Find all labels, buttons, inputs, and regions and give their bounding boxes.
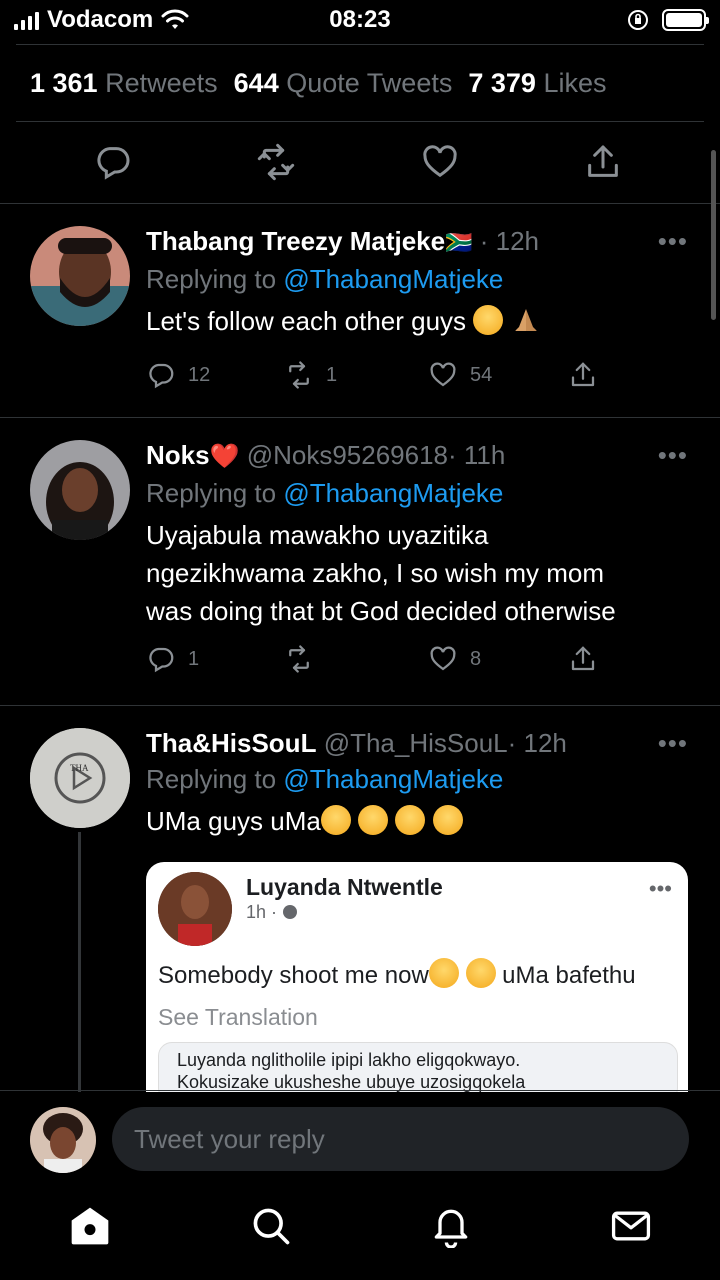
reply-input[interactable] [112,1107,689,1171]
retweets-stat[interactable]: 1 361 Retweets [30,68,218,99]
reply-icon[interactable] [93,142,133,182]
retweet-action[interactable]: 1 [284,360,337,390]
reply-composer [0,1090,720,1190]
screaming-emoji [465,958,496,988]
share-icon[interactable] [583,142,623,182]
tweet-actions: 1 8 [146,644,616,680]
notifications-icon[interactable] [429,1204,473,1248]
laughing-emoji [395,805,426,835]
heart-emoji: ❤️ [209,443,240,470]
post-text: Somebody shoot me now uMa bafethu [158,958,636,990]
author-name[interactable]: Noks [146,440,210,470]
like-action[interactable]: 54 [428,360,492,390]
laughing-emoji [358,805,389,835]
tweet-time: · 12h [479,226,540,256]
avatar[interactable] [30,226,130,326]
tweet-text: Uyajabula mawakho uyazitika ngezikhwama … [146,520,616,626]
retweet-icon[interactable] [256,142,296,182]
more-icon: ••• [648,876,672,901]
avatar[interactable] [30,440,130,540]
avatar[interactable]: THA [30,728,130,828]
like-icon [430,646,456,671]
replying-to: Replying to @ThabangMatjeke [146,478,504,508]
user-avatar[interactable] [30,1107,96,1173]
tweet-header: Tha&HisSouL @Tha_HisSouL· 12h [146,726,690,760]
tweet-stats: 1 361 Retweets 644 Quote Tweets 7 379 Li… [16,44,704,122]
flag-emoji: 🇿🇦 [445,230,473,255]
reply-icon [149,363,174,389]
author-handle[interactable]: @Noks95269618 [247,440,448,470]
likes-stat[interactable]: 7 379 Likes [468,68,606,99]
mention-link[interactable]: @ThabangMatjeke [283,478,503,508]
avatar-logo-text: THA [70,763,89,773]
replying-to: Replying to @ThabangMatjeke [146,264,504,294]
replying-to: Replying to @ThabangMatjeke [146,764,504,794]
share-icon [571,362,595,387]
status-bar: Vodacom 08:23 [0,0,720,44]
author-name[interactable]: Thabang Treezy Matjeke [146,226,445,256]
tweet-text: UMa guys uMa [146,802,690,840]
laughing-emoji [432,805,463,835]
battery-icon [662,9,709,31]
orientation-lock-icon [628,10,648,30]
share-icon [571,646,595,671]
mention-link[interactable]: @ThabangMatjeke [283,264,503,294]
messages-icon[interactable] [609,1204,653,1248]
like-icon[interactable] [420,142,460,182]
retweet-icon [289,645,309,673]
like-action[interactable]: 8 [428,644,481,674]
clock: 08:23 [329,6,391,33]
globe-icon [283,905,298,919]
bottom-tab-bar [0,1190,720,1280]
praying-hands-emoji [514,309,537,331]
reply-action[interactable]: 12 [146,360,210,390]
home-icon[interactable] [68,1204,112,1248]
tweet-header: Thabang Treezy Matjeke🇿🇦 · 12h [146,224,690,260]
tweet-time: · 11h [448,440,506,470]
crying-emoji [320,805,351,835]
attached-image[interactable]: Luyanda Ntwentle 1h · ••• Somebody shoot… [146,862,688,1092]
post-comment: Luyanda nglitholile ipipi lakho eligqokw… [158,1042,678,1092]
retweet-action[interactable] [284,644,326,674]
reply-tweet[interactable]: ••• Noks❤️ @Noks95269618· 11h Replying t… [0,418,720,706]
quote-tweets-stat[interactable]: 644 Quote Tweets [234,68,453,99]
thread-line [78,832,81,1092]
post-time: 1h · [246,902,298,923]
see-translation: See Translation [158,1004,318,1030]
tweet-actions: 12 1 54 [146,360,616,396]
search-icon[interactable] [249,1204,293,1248]
reply-icon [149,647,174,673]
author-name[interactable]: Tha&HisSouL [146,728,316,758]
avatar [158,872,232,946]
post-author: Luyanda Ntwentle [246,874,443,900]
tweet-text: Let's follow each other guys [146,302,690,340]
reply-action[interactable]: 1 [146,644,199,674]
share-action[interactable] [568,360,598,390]
mention-link[interactable]: @ThabangMatjeke [283,764,503,794]
author-handle[interactable]: @Tha_HisSouL [324,728,508,758]
crying-emoji [473,305,504,335]
main-tweet-actions [0,122,720,204]
tweet-time: · 12h [507,728,567,758]
share-action[interactable] [568,644,598,674]
tweet-header: Noks❤️ @Noks95269618· 11h [146,438,690,474]
screaming-emoji [428,958,459,988]
reply-tweet[interactable]: ••• Thabang Treezy Matjeke🇿🇦 · 12h Reply… [0,204,720,418]
like-icon [430,362,456,387]
retweet-icon [289,361,309,389]
